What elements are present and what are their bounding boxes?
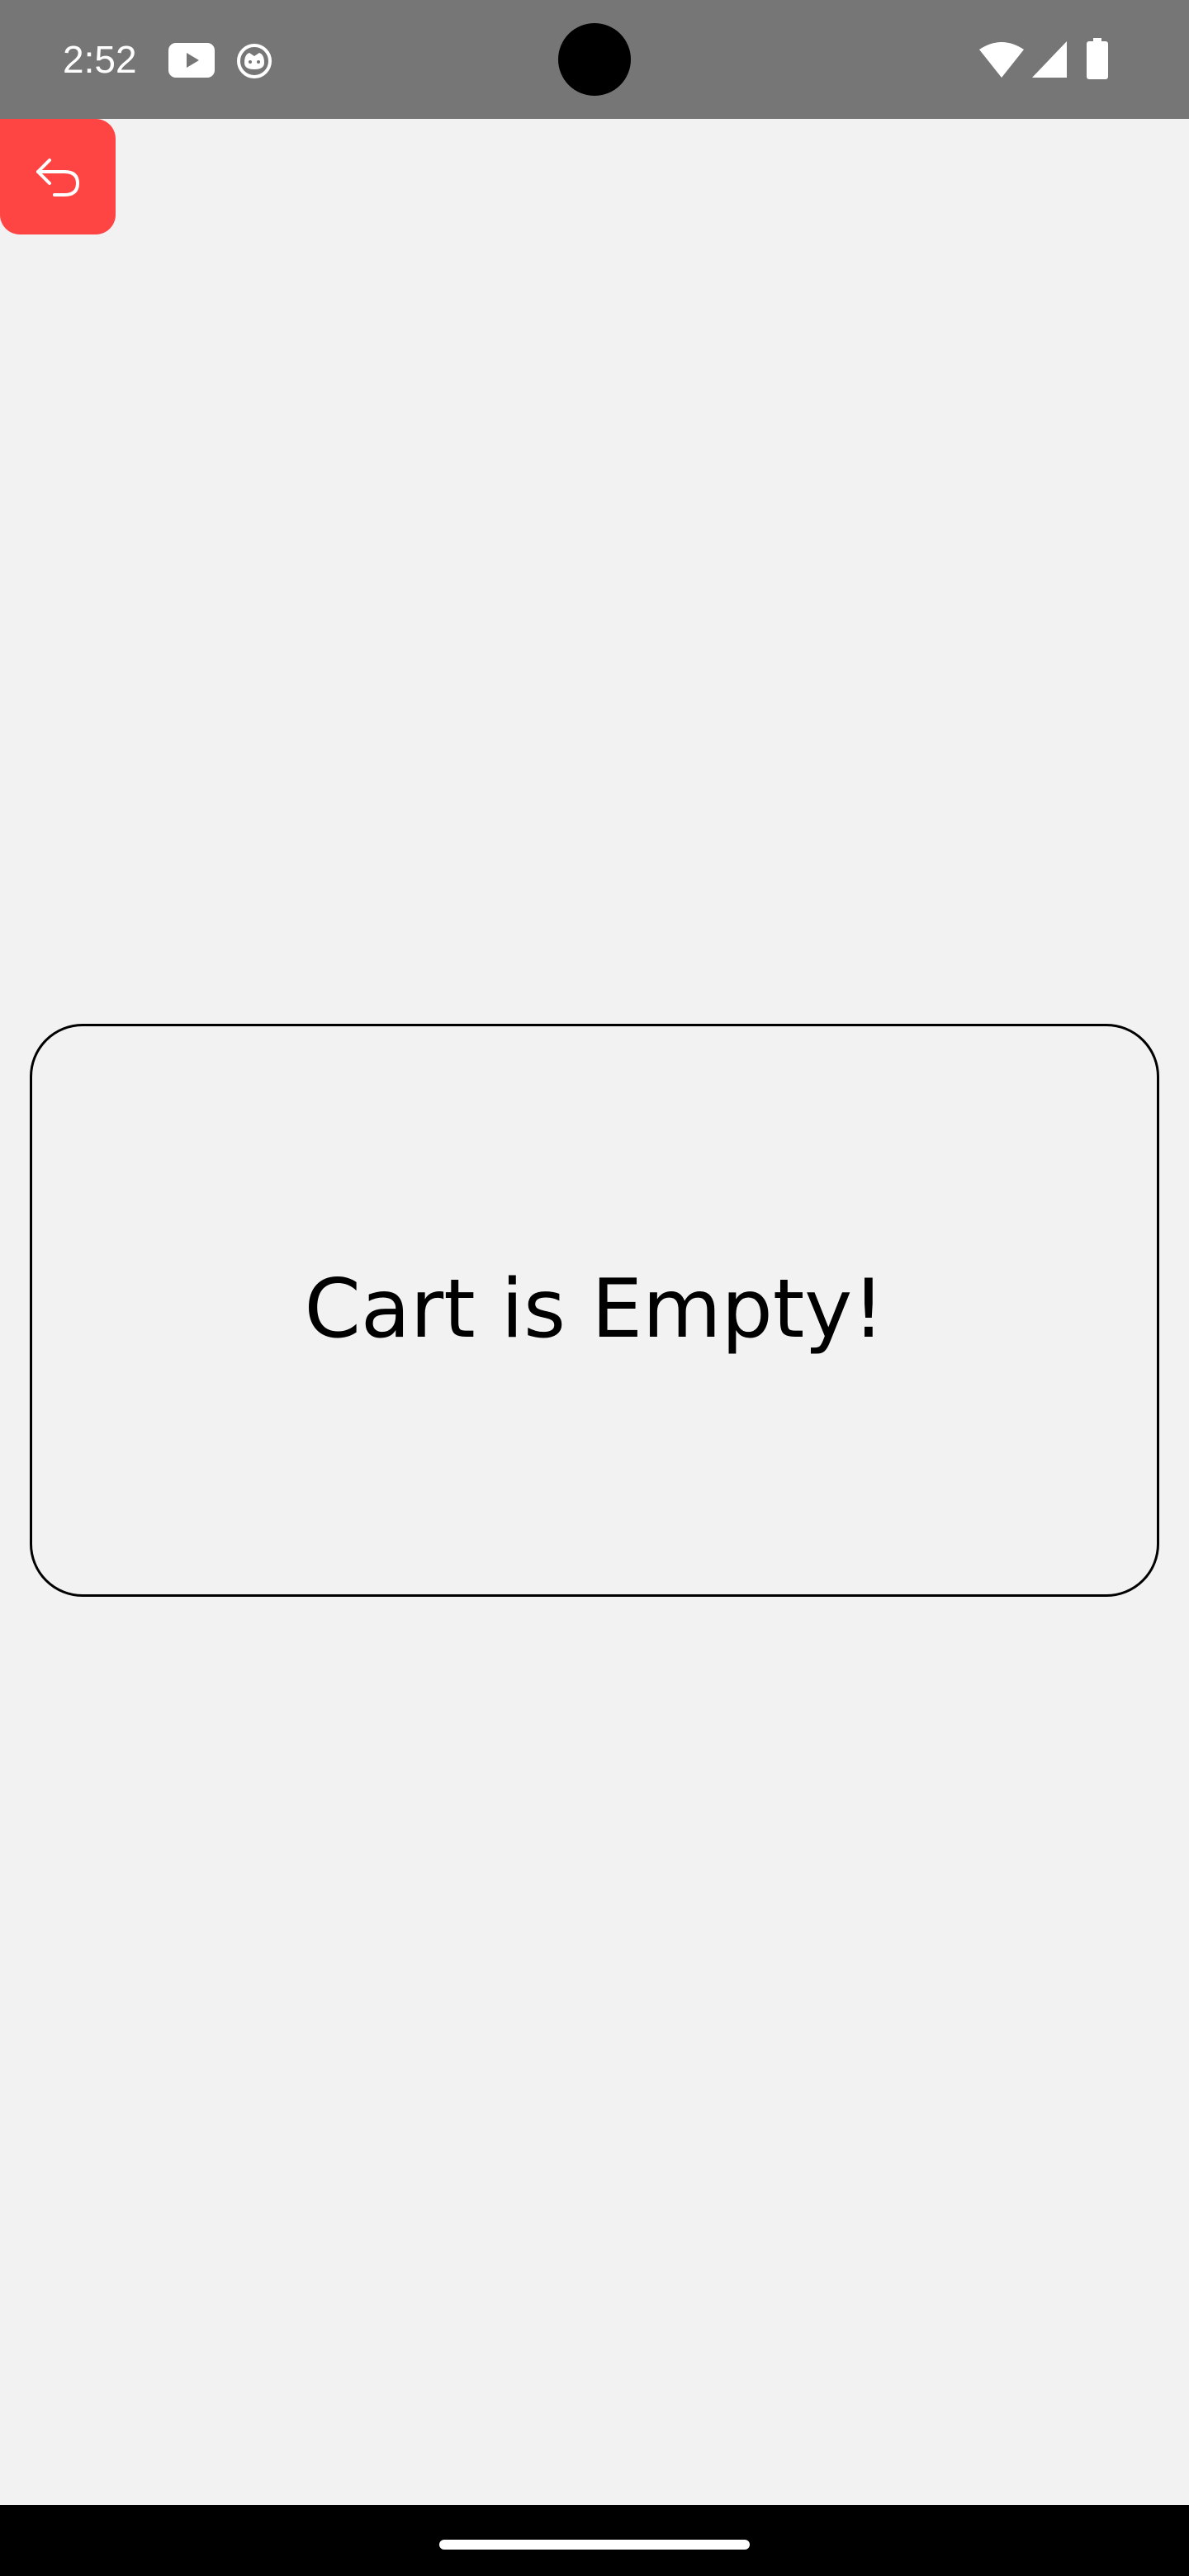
status-bar: 2:52 bbox=[0, 0, 1189, 119]
home-indicator[interactable] bbox=[439, 2540, 750, 2550]
empty-cart-card: Cart is Empty! bbox=[30, 1024, 1159, 1597]
youtube-icon bbox=[168, 43, 215, 78]
empty-cart-message: Cart is Empty! bbox=[304, 1262, 885, 1357]
back-button[interactable] bbox=[0, 119, 116, 234]
wifi-icon bbox=[979, 42, 1024, 78]
navigation-bar bbox=[0, 2505, 1189, 2576]
status-time: 2:52 bbox=[63, 38, 137, 81]
signal-icon bbox=[1032, 41, 1067, 78]
battery-icon bbox=[1087, 38, 1108, 79]
cat-icon bbox=[237, 44, 272, 78]
undo-arrow-icon bbox=[36, 159, 79, 197]
camera-cutout bbox=[558, 23, 631, 96]
